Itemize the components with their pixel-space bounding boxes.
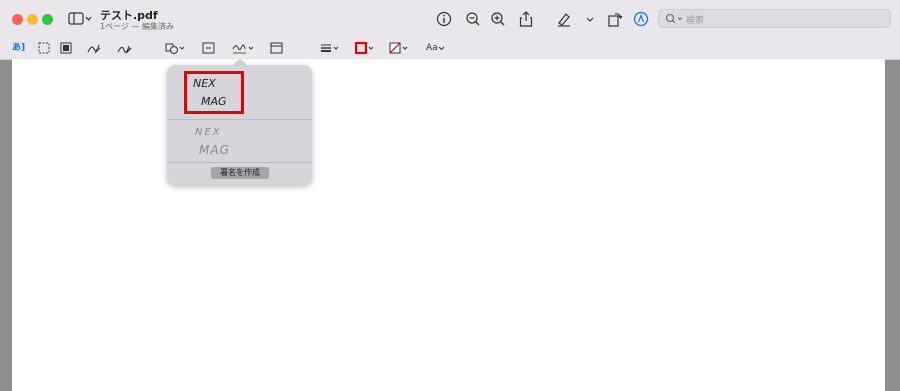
search-field[interactable]: 検索 bbox=[658, 9, 891, 28]
signature-icon bbox=[232, 44, 254, 54]
font-label: Aa bbox=[426, 43, 438, 53]
highlighter-icon bbox=[558, 13, 570, 27]
share-button[interactable] bbox=[518, 11, 534, 27]
sketch-tool[interactable] bbox=[86, 40, 102, 56]
zoom-in-button[interactable] bbox=[490, 11, 506, 27]
info-icon bbox=[436, 11, 452, 27]
chevron-down-icon bbox=[438, 46, 445, 51]
selection-box-icon bbox=[60, 42, 72, 54]
search-placeholder: 検索 bbox=[686, 16, 705, 26]
signature-line-1: NEX bbox=[195, 127, 222, 138]
close-window-button[interactable] bbox=[12, 14, 23, 25]
pdf-page[interactable] bbox=[12, 59, 885, 391]
dotted-rectangle-icon bbox=[38, 42, 50, 54]
rotate-button[interactable] bbox=[607, 11, 623, 27]
highlight-box bbox=[184, 71, 244, 114]
zoom-in-icon bbox=[491, 12, 505, 26]
draw-icon bbox=[117, 45, 132, 54]
divider bbox=[167, 119, 312, 120]
rotate-icon bbox=[608, 13, 623, 27]
text-selection-label: あ bbox=[12, 43, 22, 53]
zoom-out-icon bbox=[466, 12, 480, 26]
line-style-icon bbox=[321, 44, 339, 52]
border-color-icon bbox=[354, 41, 374, 55]
markup-pen-icon bbox=[633, 11, 649, 27]
sign-tool[interactable] bbox=[232, 40, 256, 56]
shape-style-tool[interactable] bbox=[320, 40, 342, 56]
shapes-icon bbox=[165, 43, 185, 54]
signature-item[interactable]: NEX MAG bbox=[167, 121, 312, 161]
sidebar-toggle-button[interactable] bbox=[68, 11, 93, 27]
instant-alpha-tool[interactable] bbox=[59, 40, 73, 56]
highlight-button[interactable] bbox=[556, 11, 572, 27]
zoom-window-button[interactable] bbox=[42, 14, 53, 25]
chevron-down-icon bbox=[586, 17, 594, 22]
shapes-tool[interactable] bbox=[165, 40, 187, 56]
sketch-icon bbox=[87, 44, 101, 54]
note-icon bbox=[270, 42, 283, 54]
create-signature-button[interactable]: 署名を作成 bbox=[211, 167, 269, 179]
signature-line-2: MAG bbox=[199, 143, 230, 157]
border-color-tool[interactable] bbox=[354, 40, 377, 56]
text-box-tool[interactable] bbox=[202, 40, 216, 56]
signature-image: NEX MAG bbox=[195, 127, 230, 157]
highlight-options-button[interactable] bbox=[582, 11, 598, 27]
note-tool[interactable] bbox=[270, 40, 284, 56]
fill-color-tool[interactable] bbox=[389, 40, 411, 56]
markup-toolbar bbox=[0, 38, 900, 60]
text-style-tool[interactable]: Aa bbox=[426, 40, 448, 56]
minimize-window-button[interactable] bbox=[27, 14, 38, 25]
info-button[interactable] bbox=[436, 11, 452, 27]
text-box-icon bbox=[202, 42, 215, 54]
share-icon bbox=[519, 11, 533, 27]
zoom-out-button[interactable] bbox=[465, 11, 481, 27]
search-icon bbox=[665, 13, 683, 24]
divider bbox=[167, 162, 312, 163]
document-subtitle: 1ページ — 編集済み bbox=[100, 22, 175, 31]
markup-button[interactable] bbox=[633, 11, 649, 27]
text-selection-tool[interactable]: あ] bbox=[12, 40, 26, 56]
fill-color-icon bbox=[389, 42, 408, 54]
title-bar: テスト.pdf 1ページ — 編集済み 検索 bbox=[0, 0, 900, 38]
sidebar-icon bbox=[68, 12, 92, 25]
rectangular-selection-tool[interactable] bbox=[37, 40, 51, 56]
draw-tool[interactable] bbox=[116, 40, 132, 56]
